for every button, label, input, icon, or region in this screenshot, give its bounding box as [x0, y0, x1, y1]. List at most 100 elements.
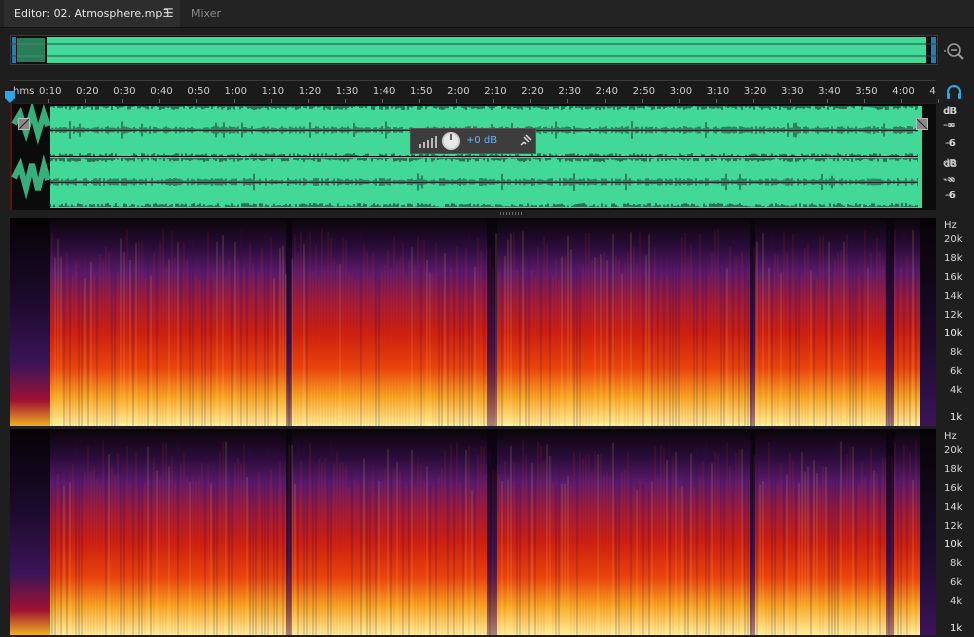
- spectrogram-streaks: [51, 228, 917, 426]
- ruler-label: 2:10: [484, 86, 507, 97]
- ruler-label: 3:30: [781, 86, 804, 97]
- headphones-icon[interactable]: [946, 84, 962, 100]
- hz-unit-label: Hz: [944, 220, 957, 231]
- ruler-label: 3:20: [743, 86, 767, 97]
- hz-tick-label: 18k: [944, 253, 963, 264]
- ruler-tick: [233, 99, 235, 103]
- time-ruler[interactable]: hms 0:10 0:20 0:30 0:40 0:50 1:00 1:10 1:20 1:30…: [10, 80, 940, 103]
- ruler-tick: [493, 99, 495, 103]
- scale-ch1-db: dB: [944, 106, 958, 117]
- ruler-label: 0:30: [113, 86, 136, 97]
- waveform-peaks: [47, 106, 919, 207]
- ruler-label: 3:10: [706, 86, 730, 97]
- hz-tick-label: 8k: [950, 558, 963, 569]
- hz-tick-label: 20k: [944, 445, 963, 456]
- tab-bar: Editor: 02. Atmosphere.mp3 ☰ Mixer: [0, 0, 974, 28]
- pin-icon[interactable]: [517, 133, 533, 149]
- channel-divider: [10, 156, 936, 157]
- ruler-label: 3:40: [818, 86, 841, 97]
- hz-tick-label: 6k: [950, 366, 963, 377]
- ruler-label: 2:30: [558, 86, 581, 97]
- zoom-out-icon[interactable]: [944, 40, 966, 62]
- tab-mixer[interactable]: Mixer: [181, 0, 248, 27]
- ruler-tick: [827, 99, 829, 103]
- ruler-label: 3:00: [669, 86, 693, 97]
- tab-editor[interactable]: Editor: 02. Atmosphere.mp3 ☰: [4, 0, 180, 27]
- hz-tick-label: 20k: [944, 234, 963, 245]
- ruler-tick: [419, 99, 420, 103]
- spectral-display-ch2[interactable]: [10, 429, 936, 635]
- ruler-tick: [530, 99, 532, 103]
- hz-tick-label: 16k: [944, 483, 963, 494]
- ruler-tick: [790, 99, 791, 103]
- ruler-label: 1:40: [372, 86, 396, 97]
- hz-tick-label: 1k: [950, 412, 963, 423]
- menu-icon[interactable]: ☰: [163, 0, 174, 27]
- playhead-marker[interactable]: [5, 91, 15, 103]
- ruler-tick: [159, 99, 161, 103]
- ruler-label: 1:50: [410, 86, 433, 97]
- hz-tick-label: 14k: [944, 291, 963, 302]
- ruler-label: 1:20: [298, 86, 322, 97]
- hz-tick-label: 14k: [944, 502, 963, 513]
- ruler-label: 4:00: [892, 86, 915, 97]
- fade-out-handle-icon[interactable]: [916, 118, 928, 130]
- volume-value: +0 dB: [466, 135, 498, 146]
- ruler-label: 2:00: [447, 86, 470, 97]
- ruler-tick: [641, 99, 643, 103]
- ruler-tick: [48, 99, 49, 103]
- overview-svg: [11, 37, 937, 63]
- ruler-label: 2:20: [521, 86, 544, 97]
- ruler-tick: [864, 99, 866, 103]
- ruler-label: 0:40: [150, 86, 173, 97]
- ruler-tick: [901, 99, 903, 103]
- scale-ch1-inf: -∞: [944, 120, 956, 131]
- ruler-tick: [456, 99, 458, 103]
- hz-tick-label: 18k: [944, 464, 963, 475]
- ruler-tick: [85, 99, 87, 103]
- ruler-label: 0:50: [187, 86, 210, 97]
- ruler-tick: [307, 99, 309, 103]
- spectrogram-streaks: [51, 439, 917, 635]
- channel2-centerline: [10, 182, 936, 183]
- ruler-tick: [604, 99, 606, 103]
- ruler-tick: [715, 99, 717, 103]
- hz-tick-label: 8k: [950, 347, 963, 358]
- hz-tick-label: 10k: [944, 328, 963, 339]
- hz-tick-label: 1k: [950, 623, 963, 634]
- ruler-tick: [270, 99, 272, 103]
- ruler-label: 1:30: [335, 86, 359, 97]
- scale-ch1-minus6: -6: [946, 138, 956, 149]
- scale-ch2-inf: -∞: [944, 175, 956, 186]
- ruler-tick: [567, 99, 569, 103]
- hz-tick-label: 10k: [944, 539, 963, 550]
- scale-ch2-db: dB: [944, 159, 958, 170]
- level-meter-icon: [419, 136, 437, 148]
- waveform-fill: [47, 106, 920, 208]
- ruler-label: 2:50: [632, 86, 656, 97]
- hz-tick-label: 4k: [950, 596, 963, 607]
- volume-hud[interactable]: +0 dB: [410, 128, 536, 154]
- volume-knob-icon[interactable]: [441, 131, 461, 151]
- spectral-display-ch1[interactable]: [10, 218, 936, 426]
- tab-mixer-label: Mixer: [191, 7, 222, 20]
- ruler-label: 1:10: [261, 86, 285, 97]
- hz-tick-label: 4k: [950, 385, 963, 396]
- ruler-tick: [122, 99, 124, 103]
- fade-in-handle-icon[interactable]: [18, 118, 30, 130]
- panel-resize-handle[interactable]: [500, 212, 522, 215]
- tab-editor-label: Editor: 02. Atmosphere.mp3: [14, 7, 170, 20]
- ruler-label: 2:40: [595, 86, 618, 97]
- ruler-tick: [752, 99, 754, 103]
- hz-tick-label: 6k: [950, 577, 963, 588]
- overview-navigator[interactable]: [10, 35, 938, 65]
- scale-ch2-minus6: -6: [946, 190, 956, 201]
- hz-tick-label: 16k: [944, 272, 963, 283]
- hz-tick-label: 12k: [944, 521, 963, 532]
- ruler-tick: [678, 99, 680, 103]
- hz-unit-label: Hz: [944, 431, 957, 442]
- ruler-label: 1:00: [224, 86, 247, 97]
- ruler-label: 3:50: [855, 86, 878, 97]
- waveform-intro-svg: [10, 104, 50, 210]
- waveform-display[interactable]: dB -∞ -6 dB -∞ -6: [10, 104, 956, 210]
